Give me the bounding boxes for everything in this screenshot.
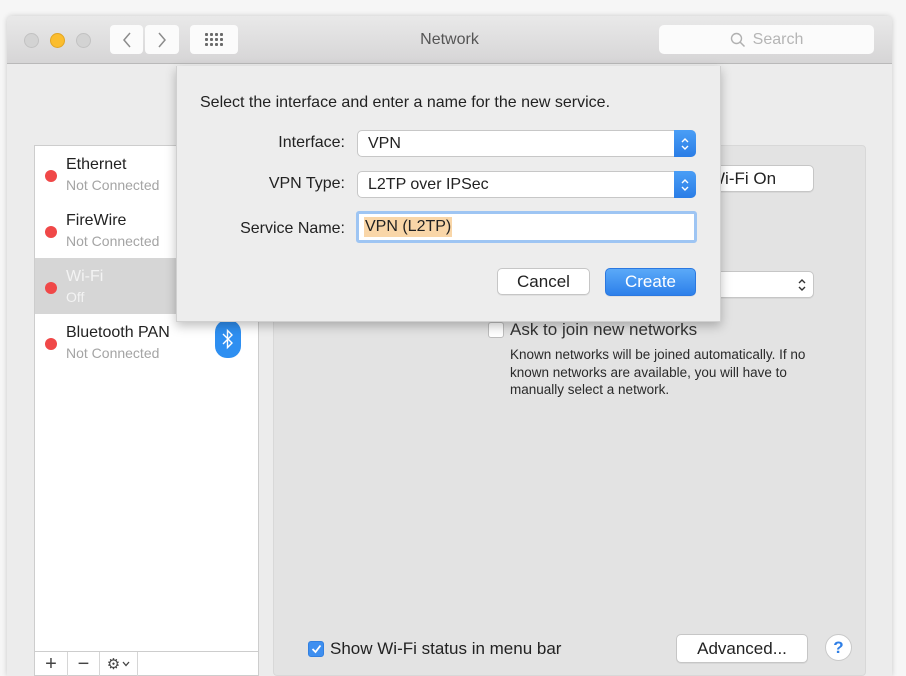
service-status: Not Connected (66, 233, 160, 249)
bluetooth-icon (215, 320, 241, 358)
help-button[interactable]: ? (825, 634, 852, 661)
search-placeholder: Search (752, 30, 804, 48)
ask-to-join-row: Ask to join new networks (488, 320, 697, 340)
interface-select[interactable]: VPN (357, 130, 696, 157)
service-name: Bluetooth PAN (66, 324, 170, 341)
search-icon (730, 32, 745, 47)
service-status: Off (66, 289, 85, 305)
show-wifi-status-row: Show Wi-Fi status in menu bar (308, 639, 561, 659)
search-field[interactable]: Search (659, 25, 874, 54)
interface-label: Interface: (278, 134, 345, 151)
vpn-type-value: L2TP over IPSec (368, 175, 489, 193)
ask-to-join-label: Ask to join new networks (510, 320, 698, 339)
help-icon: ? (833, 637, 844, 657)
status-dot (45, 282, 57, 294)
create-button[interactable]: Create (605, 268, 696, 296)
remove-service-button[interactable]: − (68, 652, 100, 676)
vpn-type-label: VPN Type: (268, 175, 345, 192)
advanced-button[interactable]: Advanced... (676, 634, 808, 663)
up-down-arrows-icon (674, 171, 696, 198)
interface-value: VPN (368, 134, 401, 152)
service-status: Not Connected (66, 177, 160, 193)
status-dot (45, 338, 57, 350)
service-name-input[interactable]: VPN (L2TP) (356, 211, 697, 243)
up-down-arrows-icon (674, 130, 696, 157)
ask-to-join-checkbox[interactable] (488, 322, 504, 338)
service-status: Not Connected (66, 345, 160, 361)
gear-icon: ⚙ (106, 656, 121, 673)
service-name: FireWire (66, 212, 127, 229)
new-service-sheet: Select the interface and enter a name fo… (176, 66, 721, 322)
show-wifi-status-label: Show Wi-Fi status in menu bar (330, 639, 562, 658)
status-dot (45, 170, 57, 182)
ask-to-join-description: Known networks will be joined automatica… (510, 347, 806, 397)
vpn-type-select[interactable]: L2TP over IPSec (357, 171, 696, 198)
cancel-button[interactable]: Cancel (497, 268, 590, 295)
action-menu-button[interactable]: ⚙ (100, 652, 138, 676)
up-down-arrows-icon (798, 278, 806, 291)
status-dot (45, 226, 57, 238)
service-name-value: VPN (L2TP) (364, 217, 453, 237)
add-service-button[interactable]: + (35, 652, 68, 676)
titlebar: Network Search (7, 16, 892, 64)
chevron-down-icon (122, 661, 130, 667)
sheet-prompt: Select the interface and enter a name fo… (200, 94, 611, 111)
service-name: Wi-Fi (66, 268, 104, 285)
show-wifi-status-checkbox[interactable] (308, 641, 324, 657)
checkmark-icon (311, 644, 321, 654)
create-label: Create (624, 272, 677, 291)
service-name-label: Service Name: (240, 220, 345, 237)
service-item-bluetooth-pan[interactable]: Bluetooth PAN Not Connected (35, 314, 258, 370)
cancel-label: Cancel (517, 271, 570, 291)
advanced-label: Advanced... (697, 638, 787, 658)
service-name: Ethernet (66, 156, 127, 173)
service-list-toolbar: + − ⚙ (35, 651, 258, 676)
